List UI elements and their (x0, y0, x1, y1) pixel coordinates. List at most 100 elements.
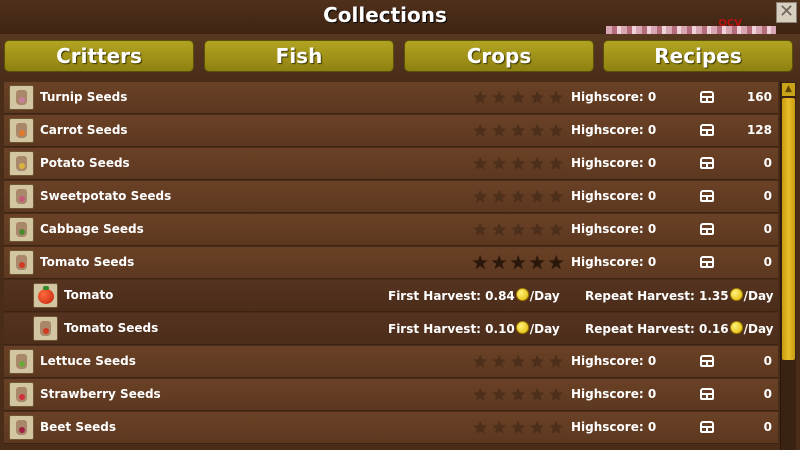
highscore-label: Highscore: 0 (571, 90, 657, 104)
star-rating: ★ ★ ★ ★ ★ (473, 352, 568, 371)
detail-row: Tomato First Harvest: 0.84/Day Repeat Harv… (4, 280, 778, 312)
seed-bag-icon (9, 415, 34, 440)
repeat-harvest: Repeat Harvest: 0.16/Day (585, 321, 774, 336)
item-count: 0 (763, 387, 772, 401)
detail-name: Tomato (64, 288, 114, 302)
tab-crops[interactable]: Crops (404, 40, 594, 72)
seed-bag-icon (33, 316, 58, 341)
seed-color-dot (19, 130, 25, 136)
star-icon: ★ (549, 187, 564, 206)
star-icon: ★ (473, 220, 488, 239)
star-rating: ★ ★ ★ ★ ★ (473, 154, 568, 173)
star-icon: ★ (549, 220, 564, 239)
star-icon: ★ (511, 187, 526, 206)
seed-color-dot (19, 196, 25, 202)
chest-icon (700, 190, 714, 202)
highscore-label: Highscore: 0 (571, 156, 657, 170)
star-icon: ★ (473, 385, 488, 404)
item-name: Tomato Seeds (40, 255, 135, 269)
tab-fish[interactable]: Fish (204, 40, 394, 72)
scrollbar[interactable]: ▲ (780, 82, 796, 450)
tab-critters[interactable]: Critters (4, 40, 194, 72)
seed-bag-icon (9, 250, 34, 275)
close-button[interactable]: ✕ (776, 2, 797, 23)
chest-icon (700, 421, 714, 433)
star-icon: ★ (530, 154, 545, 173)
highscore-label: Highscore: 0 (571, 255, 657, 269)
tomato-icon (33, 283, 58, 308)
seed-bag-icon (9, 382, 34, 407)
item-count: 0 (763, 189, 772, 203)
list-item[interactable]: Beet Seeds ★ ★ ★ ★ ★ Highscore: 00 (4, 412, 778, 444)
highscore-label: Highscore: 0 (571, 387, 657, 401)
list-item[interactable]: Tomato Seeds ★ ★ ★ ★ ★ Highscore: 0 0 (4, 247, 778, 279)
seed-color-dot (19, 394, 25, 400)
star-icon: ★ (530, 121, 545, 140)
seed-color-dot (19, 97, 25, 103)
star-rating: ★ ★ ★ ★ ★ (473, 220, 568, 239)
item-name: Beet Seeds (40, 420, 116, 434)
first-harvest-unit: /Day (529, 289, 560, 303)
item-count: 0 (763, 156, 772, 170)
coin-icon (515, 288, 529, 301)
star-icon: ★ (492, 121, 507, 140)
star-icon: ★ (491, 253, 507, 273)
star-icon: ★ (549, 88, 564, 107)
star-icon: ★ (492, 385, 507, 404)
star-icon: ★ (492, 154, 507, 173)
star-icon: ★ (492, 220, 507, 239)
star-icon: ★ (511, 385, 526, 404)
seed-bag-icon (9, 118, 34, 143)
star-icon: ★ (549, 121, 564, 140)
seed-color-dot (19, 361, 25, 367)
repeat-harvest: Repeat Harvest: 1.35/Day (585, 288, 774, 303)
first-harvest-unit: /Day (529, 322, 560, 336)
first-harvest-value: First Harvest: 0.84 (388, 289, 515, 303)
list-item[interactable]: Potato Seeds ★ ★ ★ ★ ★ Highscore: 00 (4, 148, 778, 180)
tab-recipes[interactable]: Recipes (603, 40, 793, 72)
tomato-fruit (38, 289, 54, 304)
list-item[interactable]: Sweetpotato Seeds ★ ★ ★ ★ ★ Highscore: 00 (4, 181, 778, 213)
item-name: Carrot Seeds (40, 123, 128, 137)
category-tabs: Critters Fish Crops Recipes (0, 34, 800, 78)
window-title: Collections (323, 3, 447, 27)
repeat-harvest-unit: /Day (743, 322, 774, 336)
star-icon: ★ (473, 121, 488, 140)
star-icon: ★ (511, 352, 526, 371)
list-item[interactable]: Cabbage Seeds ★ ★ ★ ★ ★ Highscore: 00 (4, 214, 778, 246)
item-count: 0 (763, 354, 772, 368)
detail-row: Tomato Seeds First Harvest: 0.10/Day Repea… (4, 313, 778, 345)
item-name: Potato Seeds (40, 156, 130, 170)
star-icon: ★ (473, 154, 488, 173)
star-icon: ★ (511, 88, 526, 107)
star-icon: ★ (511, 121, 526, 140)
star-icon: ★ (530, 385, 545, 404)
star-icon: ★ (510, 253, 526, 273)
item-name: Lettuce Seeds (40, 354, 136, 368)
item-name: Strawberry Seeds (40, 387, 161, 401)
list-item[interactable]: Lettuce Seeds ★ ★ ★ ★ ★ Highscore: 00 (4, 346, 778, 378)
highscore-label: Highscore: 0 (571, 420, 657, 434)
seed-color-dot (43, 328, 49, 334)
title-bar: Collections OCV ✕ (0, 0, 800, 35)
item-count: 0 (763, 255, 772, 269)
banner-text: OCV (718, 18, 742, 29)
scroll-thumb[interactable] (782, 98, 795, 360)
close-icon: ✕ (778, 1, 795, 22)
seed-bag-icon (9, 85, 34, 110)
star-rating: ★ ★ ★ ★ ★ (472, 253, 568, 273)
tomato-leaf (43, 286, 49, 290)
list-item[interactable]: Turnip Seeds ★ ★ ★ ★ ★ Highscore: 0 160 (4, 82, 778, 114)
first-harvest-value: First Harvest: 0.10 (388, 322, 515, 336)
chest-icon (700, 124, 714, 136)
chest-icon (700, 223, 714, 235)
star-icon: ★ (549, 154, 564, 173)
scroll-up-arrow-icon[interactable]: ▲ (782, 83, 795, 96)
star-icon: ★ (530, 418, 545, 437)
star-icon: ★ (473, 187, 488, 206)
star-rating: ★ ★ ★ ★ ★ (473, 121, 568, 140)
star-icon: ★ (530, 187, 545, 206)
list-item[interactable]: Strawberry Seeds ★ ★ ★ ★ ★ Highscore: 00 (4, 379, 778, 411)
list-item[interactable]: Carrot Seeds ★ ★ ★ ★ ★ Highscore: 0 128 (4, 115, 778, 147)
star-icon: ★ (511, 154, 526, 173)
